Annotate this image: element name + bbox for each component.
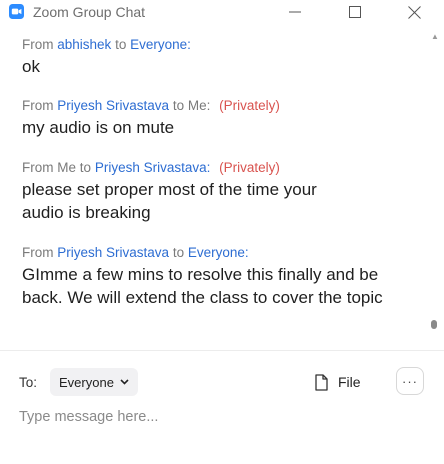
to-word: to [79,160,92,175]
recipient-name: Me: [187,98,211,113]
zoom-camera-icon [9,4,24,19]
minimize-icon [289,11,301,13]
composer-divider [0,350,444,351]
chat-message: From Me to Priyesh Srivastava: (Privatel… [22,159,417,224]
chevron-down-icon [120,379,129,385]
message-text: GImme a few mins to resolve this finally… [22,265,383,307]
recipient-name[interactable]: Everyone: [188,245,249,260]
file-button[interactable]: File [315,370,361,394]
title-bar: Zoom Group Chat [0,0,444,26]
file-icon [315,373,328,391]
to-word: to [115,37,127,52]
chat-message-list[interactable]: From abhishek to Everyone: ok From Priye… [0,26,428,348]
window-title: Zoom Group Chat [33,4,146,20]
chat-scrollbar[interactable] [430,30,436,346]
chat-message: From abhishek to Everyone: ok [22,36,417,79]
message-meta: From Priyesh Srivastava to Everyone: [22,244,417,261]
private-tag: (Privately) [219,98,280,113]
minimize-button[interactable] [275,0,315,24]
message-meta: From Priyesh Srivastava to Me: (Privatel… [22,97,417,114]
from-label: From [22,98,54,113]
recipient-name[interactable]: Everyone: [130,37,191,52]
private-tag: (Privately) [219,160,280,175]
message-text: please set proper most of the time your … [22,180,317,222]
scroll-up-arrow-icon[interactable]: ▲ [431,32,439,41]
recipient-dropdown[interactable]: Everyone [50,368,138,396]
sender-name[interactable]: Priyesh Srivastava [57,245,169,260]
message-meta: From abhishek to Everyone: [22,36,417,53]
sender-name[interactable]: Priyesh Srivastava [57,98,169,113]
to-word: to [172,98,185,113]
message-input[interactable] [19,406,419,428]
maximize-icon [349,6,361,18]
from-label: From [22,37,54,52]
more-options-button[interactable]: ··· [396,367,424,395]
file-label: File [338,374,361,390]
chat-message: From Priyesh Srivastava to Me: (Privatel… [22,97,417,140]
close-button[interactable] [394,0,434,24]
to-word: to [172,245,185,260]
close-icon [407,5,421,19]
sender-name: Me [57,160,77,175]
recipient-name[interactable]: Priyesh Srivastava: [95,160,211,175]
more-icon: ··· [402,373,418,389]
sender-name[interactable]: abhishek [57,37,111,52]
from-label: From [22,245,54,260]
message-text: my audio is on mute [22,118,175,137]
message-text: ok [22,57,40,76]
scrollbar-thumb[interactable] [431,320,437,329]
message-meta: From Me to Priyesh Srivastava: (Privatel… [22,159,417,176]
chat-message: From Priyesh Srivastava to Everyone: GIm… [22,244,417,309]
from-label: From [22,160,54,175]
maximize-button[interactable] [335,0,375,24]
to-label: To: [19,375,38,390]
recipient-value: Everyone [59,374,114,390]
